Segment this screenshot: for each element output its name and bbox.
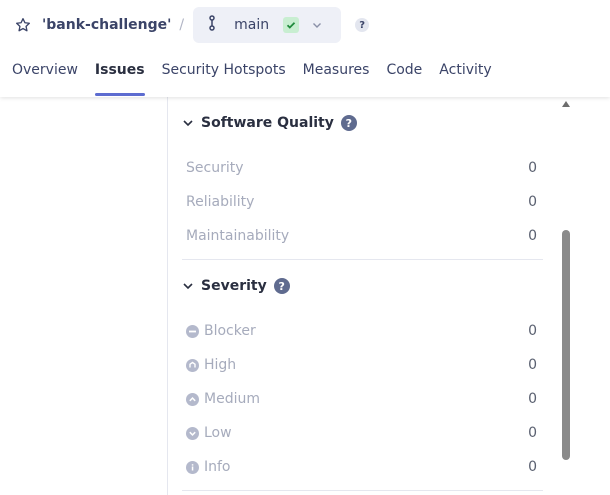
facet-label: Medium — [204, 391, 260, 407]
severity-toggle[interactable]: Severity ? — [182, 278, 290, 294]
tab-overview[interactable]: Overview — [12, 62, 78, 97]
facet-medium[interactable]: Medium 0 — [186, 387, 537, 411]
quality-gate-passed-icon — [283, 17, 300, 33]
facet-blocker[interactable]: Blocker 0 — [186, 319, 537, 343]
facet-label: High — [204, 357, 237, 373]
facet-label: Maintainability — [186, 228, 290, 244]
branch-icon — [208, 15, 216, 35]
breadcrumb: 'bank-challenge' / main ? — [14, 7, 370, 43]
chevron-down-icon — [182, 117, 194, 129]
blocker-icon — [186, 324, 199, 338]
facet-label: Info — [204, 459, 231, 475]
help-icon[interactable]: ? — [340, 115, 357, 131]
facet-count: 0 — [528, 160, 537, 176]
facet-label: Blocker — [204, 323, 256, 339]
facet-count: 0 — [528, 459, 537, 475]
project-name-link[interactable]: 'bank-challenge' — [42, 17, 171, 33]
low-icon — [186, 426, 199, 440]
medium-icon — [186, 392, 199, 406]
facet-count: 0 — [528, 391, 537, 407]
severity-title: Severity — [201, 278, 267, 294]
facet-count: 0 — [528, 323, 537, 339]
facet-high[interactable]: High 0 — [186, 353, 537, 377]
scrollbar-thumb[interactable] — [562, 230, 570, 460]
facet-count: 0 — [528, 194, 537, 210]
facet-count: 0 — [528, 425, 537, 441]
info-icon — [186, 460, 199, 474]
facet-reliability[interactable]: Reliability 0 — [186, 190, 537, 214]
facet-low[interactable]: Low 0 — [186, 421, 537, 445]
facet-count: 0 — [528, 228, 537, 244]
facet-label: Low — [204, 425, 232, 441]
facet-label: Reliability — [186, 194, 255, 210]
branch-name: main — [234, 17, 270, 33]
facet-security[interactable]: Security 0 — [186, 156, 537, 180]
nav-tabs: Overview Issues Security Hotspots Measur… — [12, 62, 509, 97]
facet-info[interactable]: Info 0 — [186, 455, 537, 479]
branch-selector[interactable]: main — [193, 7, 342, 43]
high-icon — [186, 358, 199, 372]
software-quality-toggle[interactable]: Software Quality ? — [182, 115, 357, 131]
section-divider — [182, 490, 543, 491]
tab-code[interactable]: Code — [386, 62, 422, 97]
facet-count: 0 — [528, 357, 537, 373]
chevron-down-icon — [182, 280, 194, 292]
tab-issues[interactable]: Issues — [94, 62, 145, 97]
scroll-up-arrow-icon[interactable] — [562, 101, 570, 107]
tab-activity[interactable]: Activity — [439, 62, 491, 97]
help-icon[interactable]: ? — [273, 278, 290, 294]
tab-measures[interactable]: Measures — [303, 62, 370, 97]
facet-maintainability[interactable]: Maintainability 0 — [186, 224, 537, 248]
star-icon[interactable] — [14, 16, 32, 34]
top-bar: 'bank-challenge' / main ? Overview Issue… — [0, 0, 610, 97]
help-icon[interactable]: ? — [355, 18, 370, 32]
filters-panel: Software Quality ? Security 0 Reliabilit… — [167, 97, 557, 495]
tab-security-hotspots[interactable]: Security Hotspots — [162, 62, 286, 97]
breadcrumb-separator: / — [179, 17, 185, 33]
facet-label: Security — [186, 160, 244, 176]
section-divider — [182, 259, 543, 260]
chevron-down-icon — [312, 20, 322, 30]
software-quality-title: Software Quality — [201, 115, 334, 131]
